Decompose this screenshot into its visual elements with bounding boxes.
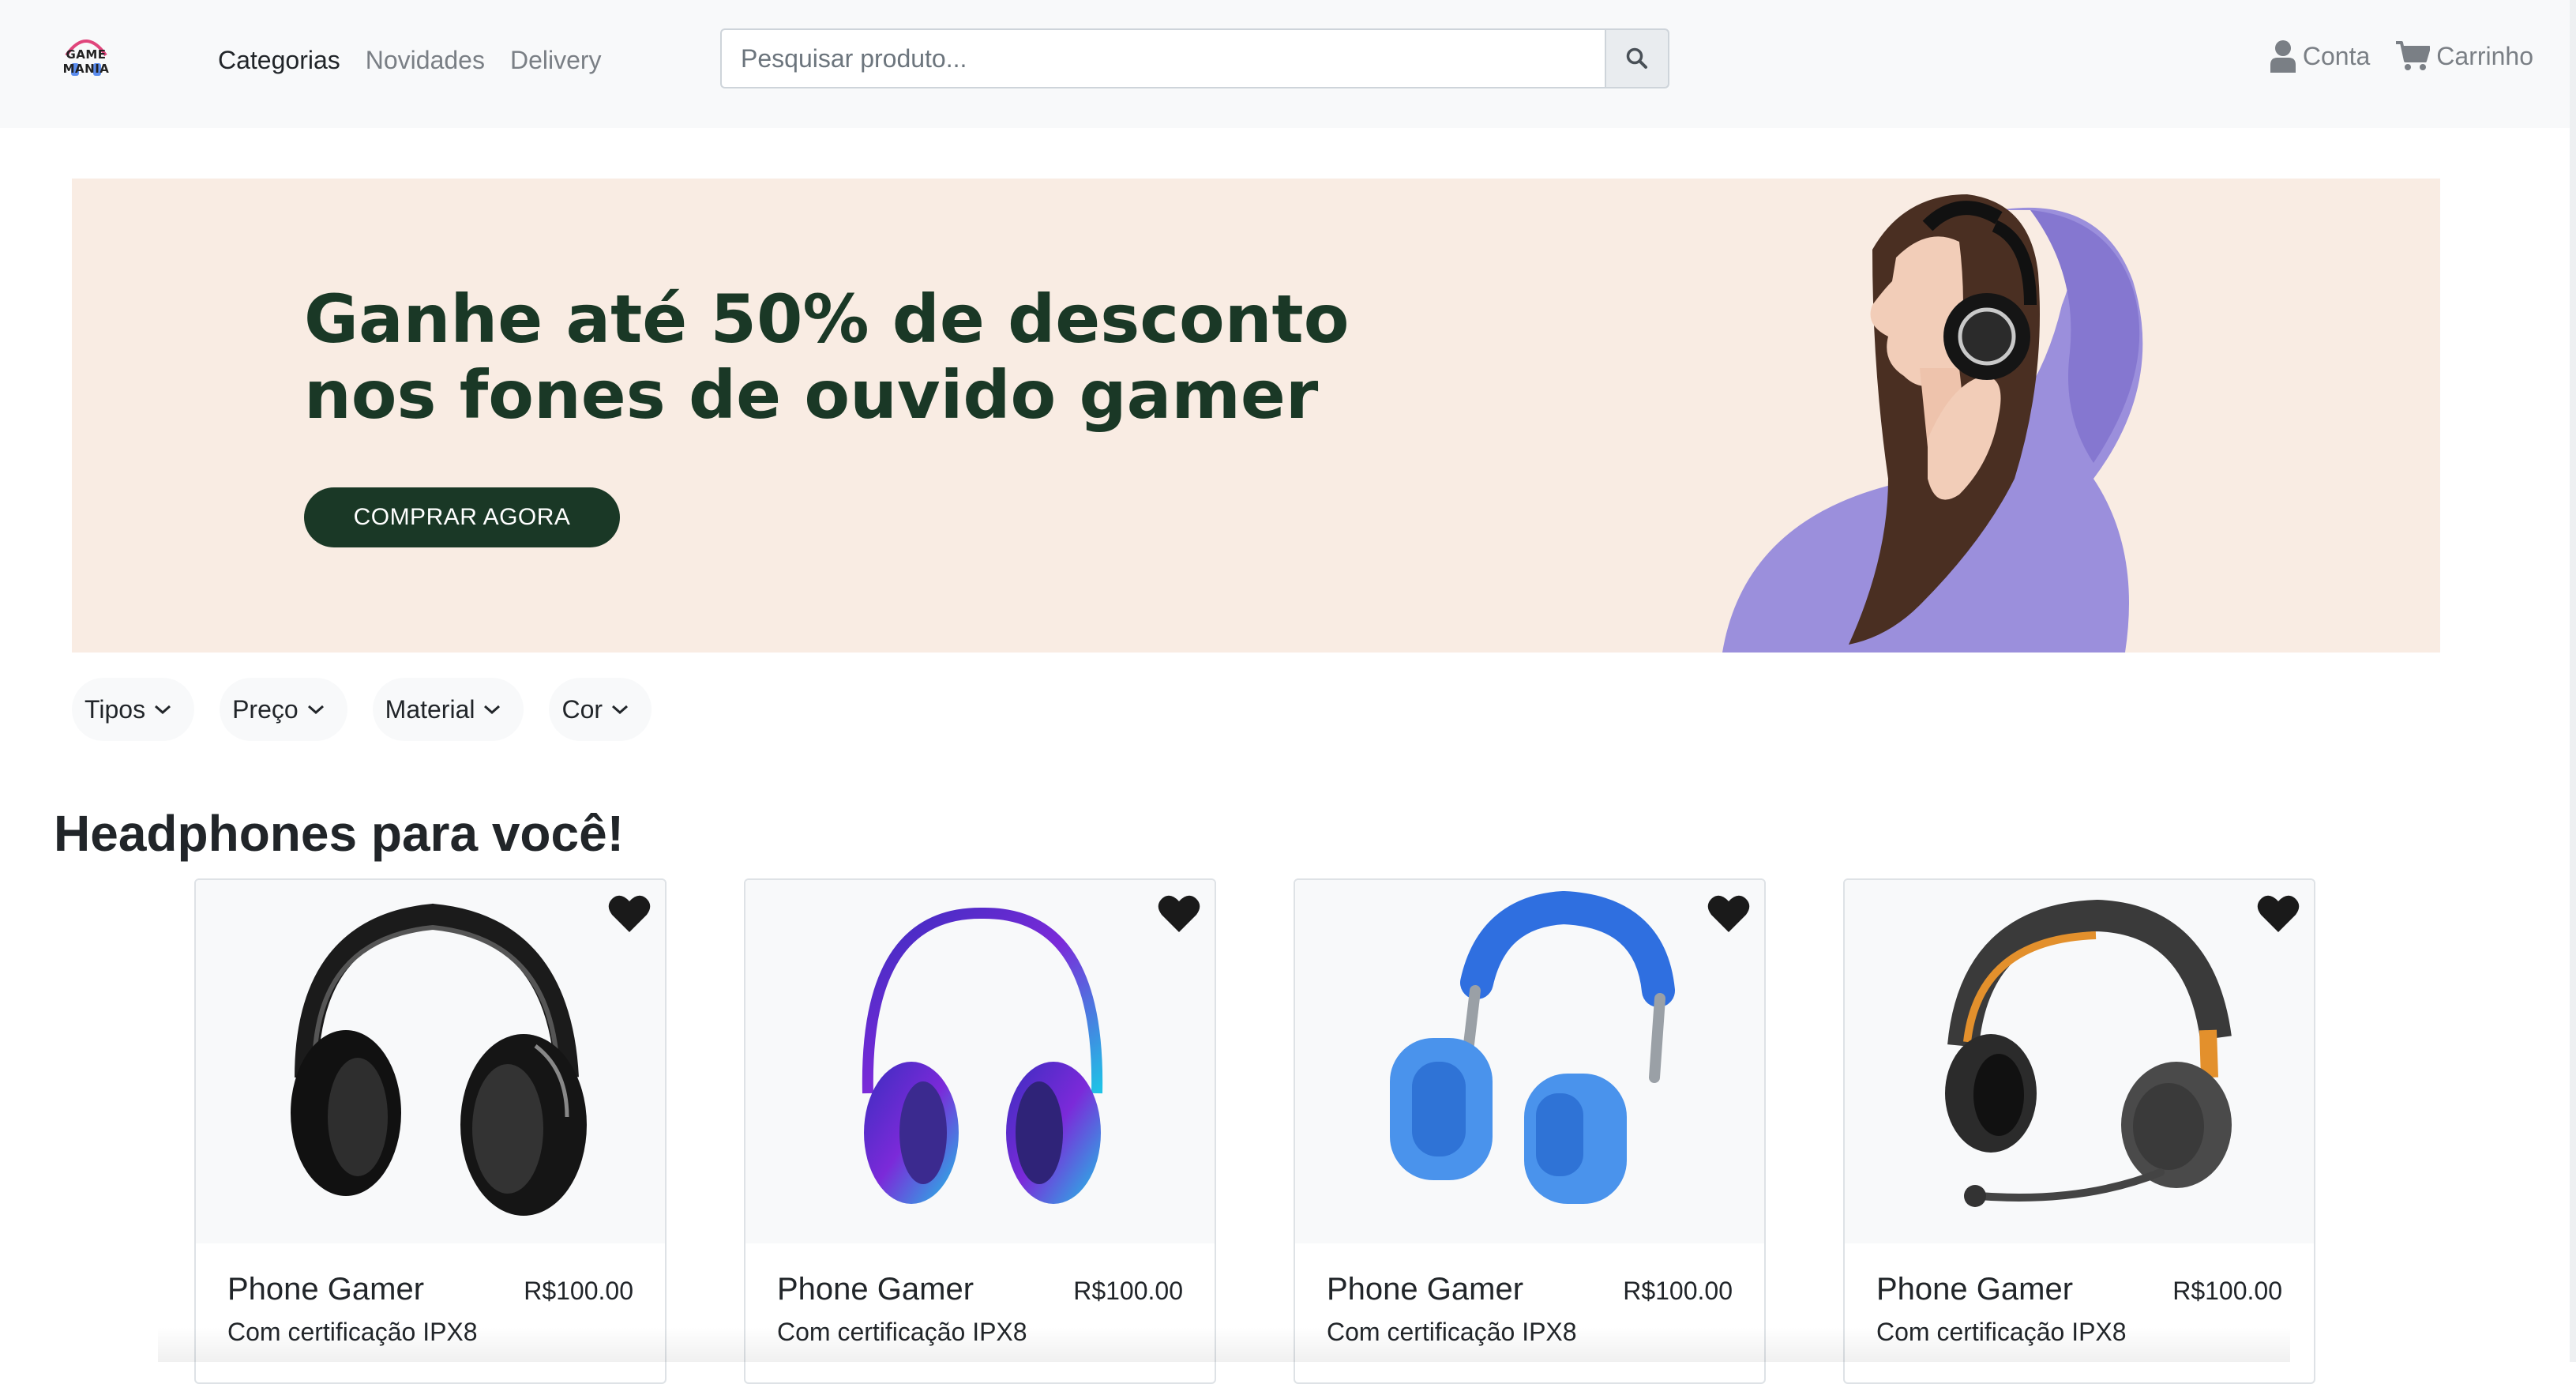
brand-logo[interactable]: GAME MANIA (43, 32, 130, 87)
product-image (745, 880, 1215, 1243)
product-price: R$100.00 (2172, 1277, 2282, 1305)
product-price: R$100.00 (524, 1277, 633, 1305)
product-price: R$100.00 (1073, 1277, 1183, 1305)
cart-label: Carrinho (2436, 41, 2533, 70)
filter-preco[interactable]: Preço (220, 678, 347, 741)
account-link[interactable]: Conta (2270, 39, 2370, 73)
scrollbar-track[interactable] (2570, 0, 2576, 1362)
search-button[interactable] (1605, 28, 1669, 88)
product-card[interactable]: Phone Gamer R$100.00 Com certificação IP… (194, 878, 667, 1384)
nav-link-novidades[interactable]: Novidades (366, 41, 485, 79)
filter-bar: Tipos Preço Material Cor (72, 678, 652, 741)
main-nav: Categorias Novidades Delivery (218, 41, 602, 79)
chevron-down-icon (307, 705, 324, 715)
product-price: R$100.00 (1623, 1277, 1733, 1305)
filter-tipos[interactable]: Tipos (72, 678, 195, 741)
product-card[interactable]: Phone Gamer R$100.00 Com certificação IP… (1294, 878, 1766, 1384)
purple-headphones-icon (862, 907, 1103, 1204)
filter-label: Preço (232, 694, 299, 724)
product-card[interactable]: Phone Gamer R$100.00 Com certificação IP… (1843, 878, 2315, 1384)
logo-text: GAME MANIA (62, 47, 110, 76)
woman-with-headphones-image (1722, 179, 2143, 653)
cart-link[interactable]: Carrinho (2395, 40, 2533, 72)
bottom-fade (158, 1327, 2290, 1362)
buy-now-button[interactable]: COMPRAR AGORA (304, 487, 620, 547)
nav-link-delivery[interactable]: Delivery (510, 41, 602, 79)
navbar: GAME MANIA Categorias Novidades Delivery… (0, 0, 2576, 128)
product-image (1845, 880, 2314, 1243)
heart-icon[interactable] (1707, 894, 1750, 934)
filter-label: Cor (561, 694, 603, 724)
product-name: Phone Gamer (1876, 1272, 2074, 1307)
chevron-down-icon (155, 705, 171, 715)
account-label: Conta (2302, 41, 2371, 70)
product-name: Phone Gamer (1327, 1272, 1524, 1307)
product-name: Phone Gamer (227, 1272, 425, 1307)
filter-material[interactable]: Material (372, 678, 524, 741)
product-image (1295, 880, 1764, 1243)
headset-with-mic-icon (1945, 899, 2232, 1207)
product-image (196, 880, 665, 1243)
user-icon (2270, 40, 2296, 73)
cart-icon (2396, 41, 2431, 70)
search-input[interactable] (720, 28, 1605, 88)
section-title: Headphones para você! (54, 805, 624, 862)
search-icon (1626, 47, 1647, 69)
chevron-down-icon (484, 705, 501, 715)
filter-label: Material (385, 694, 475, 724)
product-name: Phone Gamer (777, 1272, 974, 1307)
blue-headphones-icon (1390, 890, 1675, 1204)
promo-banner: Ganhe até 50% de desconto nos fones de o… (72, 179, 2440, 653)
black-headphones-icon (291, 903, 587, 1216)
heart-icon[interactable] (608, 894, 651, 934)
heart-icon[interactable] (1158, 894, 1200, 934)
nav-right: Conta Carrinho (2270, 39, 2533, 73)
search-bar (720, 28, 1669, 88)
filter-label: Tipos (84, 694, 146, 724)
filter-cor[interactable]: Cor (549, 678, 652, 741)
chevron-down-icon (612, 705, 629, 715)
product-card[interactable]: Phone Gamer R$100.00 Com certificação IP… (744, 878, 1216, 1384)
heart-icon[interactable] (2257, 894, 2300, 934)
promo-title: Ganhe até 50% de desconto nos fones de o… (304, 280, 1350, 434)
nav-link-categorias[interactable]: Categorias (218, 41, 340, 79)
